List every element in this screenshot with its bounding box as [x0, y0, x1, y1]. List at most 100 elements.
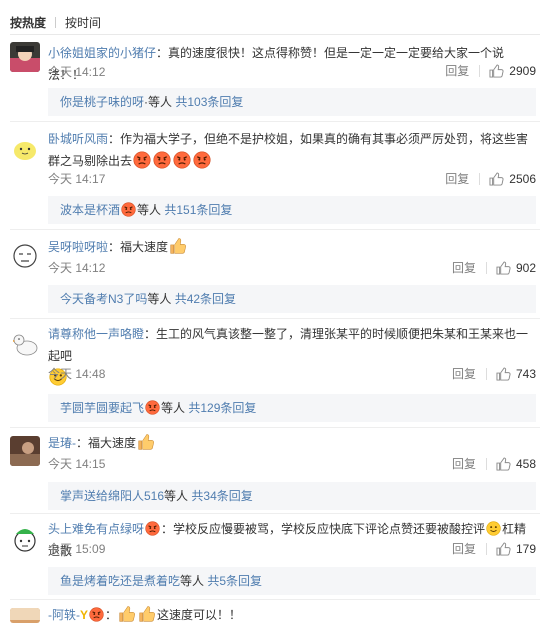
thumbs-up-icon — [489, 172, 504, 186]
sort-by-time-tab[interactable]: 按时间 — [65, 14, 101, 31]
sort-bar: 按热度 按时间 — [10, 12, 101, 32]
emoji-icon — [121, 202, 136, 217]
reply-button[interactable]: 回复 — [452, 540, 476, 557]
comment-username[interactable]: -阿轶- — [48, 608, 80, 622]
emoji-icon — [89, 607, 104, 622]
comment-username[interactable]: 卧城听风雨 — [48, 132, 108, 146]
reply-username[interactable]: 你是桃子味的呀 — [60, 95, 144, 109]
reply-others: 等人 — [164, 489, 189, 503]
reply-others: 等人 — [137, 203, 162, 217]
reply-count-link[interactable]: 共42条回复 — [175, 292, 236, 306]
comment-content: 吴呀啦呀啦：福大速度 — [48, 236, 536, 258]
mask-emoji-icon — [486, 521, 501, 536]
reply-username[interactable]: 芋圆芋圆要起飞 — [60, 401, 144, 415]
reply-username[interactable]: 波本是杯酒 — [60, 203, 120, 217]
action-divider — [485, 457, 487, 470]
reply-button[interactable]: 回复 — [452, 455, 476, 472]
reply-summary[interactable]: 鱼是烤着吃还是煮着吃等人 共5条回复 — [48, 567, 536, 595]
reply-summary[interactable]: 你是桃子味的呀·等人 共103条回复 — [48, 88, 536, 116]
comment-actions: 回复 743 — [452, 365, 536, 382]
reply-button[interactable]: 回复 — [452, 259, 476, 276]
comment-actions: 回复 902 — [452, 259, 536, 276]
reply-username[interactable]: 掌声送给绵阳人516 — [60, 489, 164, 503]
avatar[interactable] — [10, 524, 40, 554]
comment-timestamp: 今天 14:48 — [48, 367, 106, 381]
thumbs-up-emoji-icon — [169, 237, 187, 255]
comment-text: ：作为福大学子，但绝不是护校姐，如果真的确有其事必须严厉处罚，将这些害群之马剔除… — [48, 132, 529, 168]
reply-count-link[interactable]: 共103条回复 — [175, 95, 243, 109]
comment-username[interactable]: 头上难免有点绿呀 — [48, 522, 144, 536]
angry-emoji-icon — [133, 151, 151, 169]
reply-summary[interactable]: 今天备考N3了吗等人 共42条回复 — [48, 285, 536, 313]
like-button[interactable]: 743 — [496, 367, 536, 381]
action-divider — [485, 261, 487, 274]
reply-others: 等人 — [161, 401, 186, 415]
thumbs-up-icon — [496, 367, 511, 381]
reply-summary[interactable]: 芋圆芋圆要起飞 等人 共129条回复 — [48, 394, 536, 422]
reply-username[interactable]: 鱼是烤着吃还是煮着吃 — [60, 574, 180, 588]
avatar[interactable] — [10, 436, 40, 466]
action-divider — [479, 172, 481, 185]
like-count: 2909 — [509, 63, 536, 78]
like-button[interactable]: 458 — [496, 457, 536, 471]
comment-content: 卧城听风雨：作为福大学子，但绝不是护校姐，如果真的确有其事必须严厉处罚，将这些害… — [48, 128, 536, 172]
comment-actions: 回复 458 — [452, 455, 536, 472]
reply-summary[interactable]: 波本是杯酒 等人 共151条回复 — [48, 196, 536, 224]
reply-count-link[interactable]: 共34条回复 — [191, 489, 252, 503]
reply-button[interactable]: 回复 — [445, 170, 469, 187]
reply-button[interactable]: 回复 — [445, 62, 469, 79]
comment-timestamp: 今天 14:12 — [48, 65, 106, 79]
comment-username[interactable]: 小徐姐姐家的小猪仔 — [48, 46, 156, 60]
action-divider — [479, 64, 481, 77]
comment-username[interactable]: 是瑃- — [48, 436, 76, 450]
angry-emoji-icon — [173, 151, 191, 169]
comment-divider — [10, 121, 540, 122]
thumbs-up-icon — [496, 457, 511, 471]
comment-actions: 回复 2909 — [445, 62, 536, 79]
comment-username[interactable]: 请尊称他一声咯瞪 — [48, 327, 144, 341]
comment-divider — [10, 427, 540, 428]
like-button[interactable]: 902 — [496, 261, 536, 275]
thumbs-up-emoji-icon — [138, 605, 156, 623]
avatar[interactable] — [10, 134, 40, 164]
reply-button[interactable]: 回复 — [452, 365, 476, 382]
like-button[interactable]: 2506 — [489, 172, 536, 186]
reply-count-link[interactable]: 共5条回复 — [207, 574, 262, 588]
comment-timestamp: 今天 15:09 — [48, 542, 106, 556]
reply-others: ·等人 — [144, 95, 173, 109]
reply-others: 等人 — [180, 574, 205, 588]
comment-username[interactable]: 吴呀啦呀啦 — [48, 240, 108, 254]
sort-by-hot-tab[interactable]: 按热度 — [10, 14, 46, 31]
comment-divider — [10, 229, 540, 230]
reply-count-link[interactable]: 共129条回复 — [188, 401, 256, 415]
avatar[interactable] — [10, 329, 40, 359]
comment-text: 这速度可以！！ — [157, 608, 242, 622]
avatar[interactable] — [10, 608, 40, 623]
comment-content: 是瑃-：福大速度 — [48, 432, 536, 454]
comment-text: ：学校反应慢要被骂，学校反应快底下评论点赞还要被酸控评 — [161, 522, 486, 536]
comment-divider — [10, 318, 540, 319]
like-button[interactable]: 179 — [496, 542, 536, 556]
comment-divider — [10, 513, 540, 514]
like-count: 902 — [515, 260, 536, 275]
angry-emoji-icon — [153, 151, 171, 169]
angry-emoji-icon — [193, 151, 211, 169]
comment-timestamp: 今天 14:17 — [48, 172, 106, 186]
comment-actions: 回复 179 — [452, 540, 536, 557]
vip-icon: Y — [80, 608, 89, 622]
avatar[interactable] — [10, 42, 40, 72]
reply-username[interactable]: 今天备考N3了吗 — [60, 292, 147, 306]
comment-text: ：福大速度 — [108, 240, 169, 254]
thumbs-up-emoji-icon — [118, 605, 136, 623]
like-count: 179 — [515, 541, 536, 556]
thumbs-up-icon — [496, 542, 511, 556]
like-button[interactable]: 2909 — [489, 64, 536, 78]
avatar[interactable] — [10, 240, 40, 270]
reply-count-link[interactable]: 共151条回复 — [164, 203, 232, 217]
reply-summary[interactable]: 掌声送给绵阳人516等人 共34条回复 — [48, 482, 536, 510]
top-divider — [10, 34, 540, 35]
sort-divider — [55, 16, 57, 28]
thumbs-up-icon — [489, 64, 504, 78]
thumbs-up-icon — [496, 261, 511, 275]
like-count: 458 — [515, 456, 536, 471]
